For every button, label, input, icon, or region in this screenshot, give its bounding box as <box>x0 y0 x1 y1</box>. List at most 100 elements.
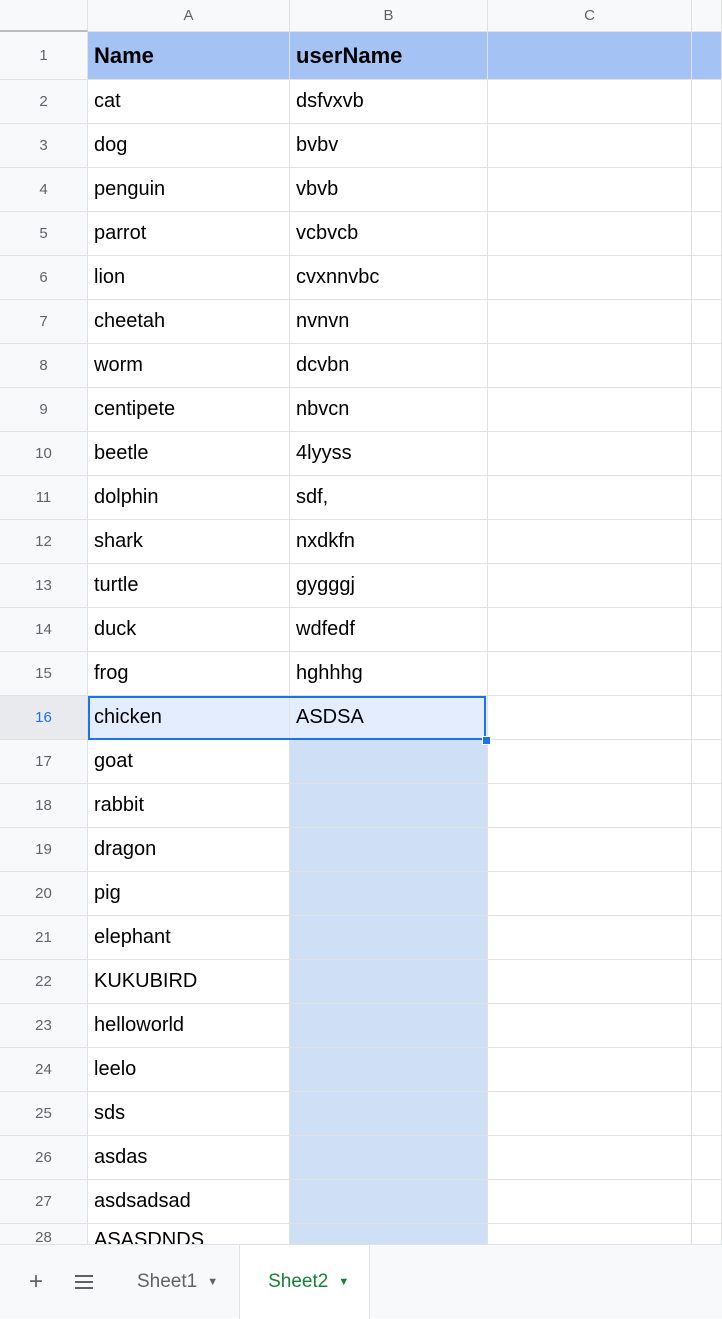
cell[interactable] <box>692 872 722 916</box>
cell[interactable]: leelo <box>88 1048 290 1092</box>
row-header[interactable]: 24 <box>0 1048 88 1092</box>
cell[interactable]: helloworld <box>88 1004 290 1048</box>
cell[interactable]: lion <box>88 256 290 300</box>
cell[interactable]: asdas <box>88 1136 290 1180</box>
cell[interactable]: chicken <box>88 696 290 740</box>
row-header[interactable]: 28 <box>0 1224 88 1244</box>
row-header[interactable]: 5 <box>0 212 88 256</box>
cell[interactable]: goat <box>88 740 290 784</box>
cell[interactable] <box>488 960 692 1004</box>
cell[interactable]: userName <box>290 32 488 80</box>
cell[interactable] <box>290 1048 488 1092</box>
cell[interactable] <box>692 432 722 476</box>
cell[interactable]: beetle <box>88 432 290 476</box>
cell[interactable]: dcvbn <box>290 344 488 388</box>
cell[interactable] <box>692 564 722 608</box>
cell[interactable] <box>488 564 692 608</box>
selection-fill-handle[interactable] <box>482 736 491 745</box>
cell[interactable] <box>692 212 722 256</box>
cell[interactable]: dsfvxvb <box>290 80 488 124</box>
cell[interactable] <box>692 256 722 300</box>
cell[interactable] <box>488 696 692 740</box>
cell[interactable]: KUKUBIRD <box>88 960 290 1004</box>
row-header[interactable]: 20 <box>0 872 88 916</box>
cell[interactable] <box>488 1048 692 1092</box>
cell[interactable] <box>692 828 722 872</box>
cell[interactable] <box>488 1180 692 1224</box>
cell[interactable] <box>290 1092 488 1136</box>
column-header-c[interactable]: C <box>488 0 692 31</box>
cell[interactable]: cvxnnvbc <box>290 256 488 300</box>
cell[interactable] <box>488 256 692 300</box>
cell[interactable] <box>692 388 722 432</box>
cell[interactable] <box>290 960 488 1004</box>
cell[interactable]: elephant <box>88 916 290 960</box>
cell[interactable] <box>488 784 692 828</box>
row-header[interactable]: 17 <box>0 740 88 784</box>
row-header[interactable]: 22 <box>0 960 88 1004</box>
cell[interactable] <box>692 1004 722 1048</box>
cell[interactable] <box>488 300 692 344</box>
cell[interactable]: ASDSA <box>290 696 488 740</box>
cell[interactable]: hghhhg <box>290 652 488 696</box>
cell[interactable] <box>488 608 692 652</box>
cell[interactable] <box>692 1048 722 1092</box>
cell[interactable] <box>290 1180 488 1224</box>
row-header[interactable]: 27 <box>0 1180 88 1224</box>
cell[interactable] <box>290 828 488 872</box>
cell[interactable]: frog <box>88 652 290 696</box>
cells-area[interactable]: NameuserNamecatdsfvxvbdogbvbvpenguinvbvb… <box>88 32 722 1244</box>
row-header[interactable]: 7 <box>0 300 88 344</box>
cell[interactable] <box>290 784 488 828</box>
cell[interactable]: sds <box>88 1092 290 1136</box>
cell[interactable] <box>692 608 722 652</box>
row-header[interactable]: 4 <box>0 168 88 212</box>
cell[interactable] <box>290 740 488 784</box>
row-header[interactable]: 26 <box>0 1136 88 1180</box>
cell[interactable]: dolphin <box>88 476 290 520</box>
column-header-b[interactable]: B <box>290 0 488 31</box>
cell[interactable]: cheetah <box>88 300 290 344</box>
cell[interactable] <box>488 872 692 916</box>
cell[interactable]: nbvcn <box>290 388 488 432</box>
row-header[interactable]: 1 <box>0 32 88 80</box>
add-sheet-button[interactable]: + <box>12 1258 60 1306</box>
row-header[interactable]: 2 <box>0 80 88 124</box>
cell[interactable] <box>692 300 722 344</box>
cell[interactable] <box>692 916 722 960</box>
cell[interactable] <box>692 1092 722 1136</box>
column-header-a[interactable]: A <box>88 0 290 31</box>
cell[interactable] <box>692 520 722 564</box>
cell[interactable] <box>488 80 692 124</box>
cell[interactable] <box>488 432 692 476</box>
select-all-corner[interactable] <box>0 0 88 32</box>
cell[interactable] <box>488 124 692 168</box>
cell[interactable] <box>692 344 722 388</box>
cell[interactable] <box>488 344 692 388</box>
cell[interactable] <box>290 1136 488 1180</box>
column-header-d[interactable] <box>692 0 722 31</box>
cell[interactable]: duck <box>88 608 290 652</box>
cell[interactable]: penguin <box>88 168 290 212</box>
cell[interactable] <box>488 388 692 432</box>
row-header[interactable]: 3 <box>0 124 88 168</box>
cell[interactable]: dog <box>88 124 290 168</box>
cell[interactable] <box>692 80 722 124</box>
row-header[interactable]: 12 <box>0 520 88 564</box>
cell[interactable] <box>692 696 722 740</box>
cell[interactable] <box>692 960 722 1004</box>
row-header[interactable]: 11 <box>0 476 88 520</box>
cell[interactable]: bvbv <box>290 124 488 168</box>
cell[interactable]: shark <box>88 520 290 564</box>
cell[interactable] <box>692 168 722 212</box>
cell[interactable] <box>692 1136 722 1180</box>
cell[interactable] <box>692 1180 722 1224</box>
row-header[interactable]: 14 <box>0 608 88 652</box>
row-header[interactable]: 15 <box>0 652 88 696</box>
cell[interactable]: vcbvcb <box>290 212 488 256</box>
row-header[interactable]: 18 <box>0 784 88 828</box>
row-header[interactable]: 21 <box>0 916 88 960</box>
cell[interactable] <box>692 32 722 80</box>
cell[interactable] <box>488 168 692 212</box>
cell[interactable] <box>488 1092 692 1136</box>
